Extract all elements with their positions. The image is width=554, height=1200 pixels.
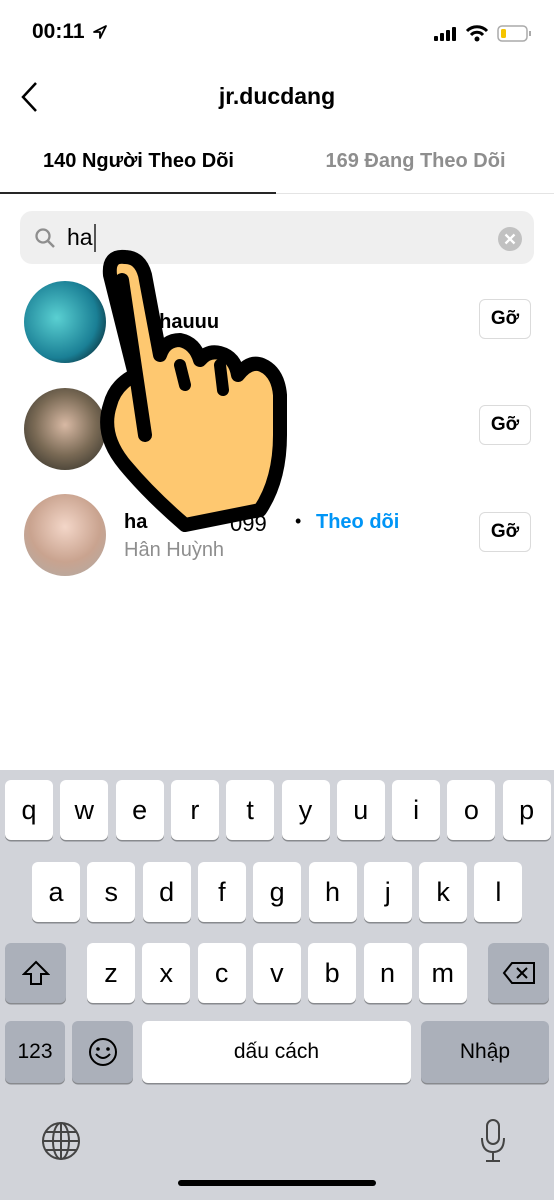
key-w[interactable]: w bbox=[60, 780, 109, 840]
shift-key[interactable] bbox=[5, 943, 66, 1003]
key-l[interactable]: l bbox=[474, 862, 523, 922]
key-r[interactable]: r bbox=[170, 780, 219, 840]
key-f[interactable]: f bbox=[197, 862, 246, 922]
shift-arrow-icon bbox=[21, 960, 50, 985]
key-h[interactable]: h bbox=[308, 862, 357, 922]
pointing-hand-icon bbox=[100, 249, 287, 532]
key-d[interactable]: d bbox=[142, 862, 191, 922]
search-icon bbox=[35, 228, 55, 248]
key-y[interactable]: y bbox=[281, 780, 330, 840]
key-g[interactable]: g bbox=[253, 862, 302, 922]
page-title: jr.ducdang bbox=[218, 83, 336, 109]
remove-button[interactable]: Gỡ bbox=[479, 299, 531, 339]
emoji-key[interactable] bbox=[72, 1021, 133, 1083]
location-arrow-icon bbox=[93, 25, 107, 39]
signal-icon bbox=[434, 27, 456, 41]
tab-followers[interactable]: 140 Người Theo Dõi bbox=[0, 150, 277, 173]
key-x[interactable]: x bbox=[142, 943, 191, 1003]
battery-icon bbox=[497, 25, 531, 42]
key-s[interactable]: s bbox=[87, 862, 136, 922]
key-v[interactable]: v bbox=[252, 943, 301, 1003]
key-k[interactable]: k bbox=[419, 862, 468, 922]
key-e[interactable]: e bbox=[115, 780, 164, 840]
key-b[interactable]: b bbox=[308, 943, 357, 1003]
key-m[interactable]: m bbox=[418, 943, 467, 1003]
backspace-icon bbox=[502, 962, 535, 984]
remove-button[interactable]: Gỡ bbox=[479, 512, 531, 552]
key-o[interactable]: o bbox=[447, 780, 496, 840]
key-z[interactable]: z bbox=[87, 943, 135, 1003]
tab-following[interactable]: 169 Đang Theo Dõi bbox=[277, 150, 554, 173]
return-key[interactable]: Nhập bbox=[421, 1021, 549, 1083]
key-j[interactable]: j bbox=[363, 862, 412, 922]
numbers-key[interactable]: 123 bbox=[5, 1021, 65, 1083]
follow-link[interactable]: Theo dõi bbox=[316, 511, 399, 534]
backspace-key[interactable] bbox=[488, 943, 549, 1003]
key-u[interactable]: u bbox=[336, 780, 385, 840]
emoji-icon bbox=[88, 1038, 117, 1066]
key-i[interactable]: i bbox=[392, 780, 441, 840]
key-t[interactable]: t bbox=[226, 780, 275, 840]
space-key[interactable]: dấu cách bbox=[142, 1021, 411, 1083]
clear-icon[interactable] bbox=[498, 227, 522, 251]
key-n[interactable]: n bbox=[363, 943, 412, 1003]
key-p[interactable]: p bbox=[502, 780, 551, 840]
microphone-icon[interactable] bbox=[478, 1118, 508, 1164]
key-c[interactable]: c bbox=[197, 943, 246, 1003]
remove-button[interactable]: Gỡ bbox=[479, 405, 531, 445]
status-time: 00:11 bbox=[32, 20, 85, 43]
active-tab-indicator bbox=[0, 192, 276, 194]
home-indicator bbox=[178, 1180, 376, 1186]
wifi-icon bbox=[465, 25, 489, 42]
key-q[interactable]: q bbox=[5, 780, 53, 840]
search-value: ha bbox=[67, 224, 93, 250]
globe-icon[interactable] bbox=[40, 1120, 82, 1162]
key-a[interactable]: a bbox=[32, 862, 80, 922]
